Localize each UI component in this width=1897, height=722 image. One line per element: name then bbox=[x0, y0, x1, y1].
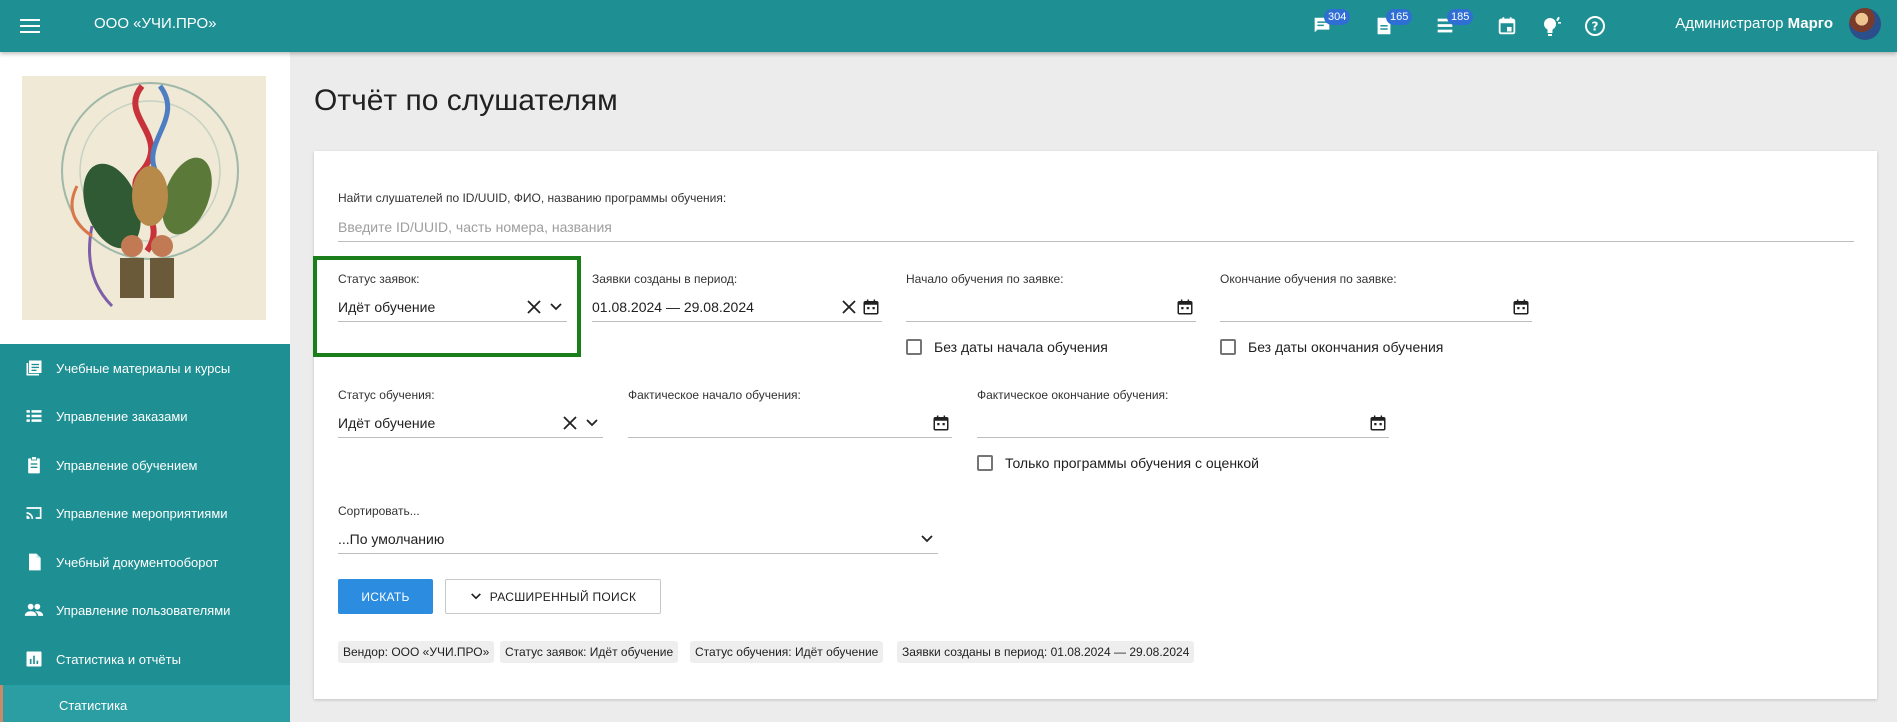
start-date-label: Начало обучения по заявке: bbox=[906, 272, 1064, 286]
search-button[interactable]: ИСКАТЬ bbox=[338, 579, 433, 614]
avatar[interactable] bbox=[1849, 8, 1881, 40]
clear-icon[interactable] bbox=[523, 296, 545, 318]
sort-label: Сортировать... bbox=[338, 504, 420, 518]
sidebar: Учебные материалы и курсы Управление зак… bbox=[0, 52, 290, 722]
sidebar-item-training[interactable]: Управление обучением bbox=[0, 441, 290, 489]
sidebar-item-label: Учебные материалы и курсы bbox=[56, 360, 231, 376]
start-date-input[interactable] bbox=[906, 292, 1196, 322]
calendar-icon[interactable] bbox=[860, 296, 882, 318]
page-title: Отчёт по слушателям bbox=[314, 84, 618, 117]
sidebar-item-materials[interactable]: Учебные материалы и курсы bbox=[0, 344, 290, 392]
sidebar-item-events[interactable]: Управление мероприятиями bbox=[0, 489, 290, 537]
lightbulb-icon[interactable] bbox=[1537, 12, 1565, 40]
advanced-search-button[interactable]: РАСШИРЕННЫЙ ПОИСК bbox=[445, 579, 661, 614]
end-date-input[interactable] bbox=[1220, 292, 1532, 322]
filter-chip-vendor: Вендор: ООО «УЧИ.ПРО» bbox=[338, 641, 495, 663]
clear-icon[interactable] bbox=[559, 412, 581, 434]
sidebar-item-statistics[interactable]: Статистика и отчёты bbox=[0, 635, 290, 683]
no-end-date-checkbox[interactable]: Без даты окончания обучения bbox=[1220, 339, 1443, 355]
top-app-bar: ООО «УЧИ.ПРО» 304 165 185 ? Администрато… bbox=[0, 0, 1897, 52]
document-icon bbox=[22, 550, 46, 574]
library-books-icon bbox=[22, 356, 46, 380]
sidebar-item-orders[interactable]: Управление заказами bbox=[0, 392, 290, 440]
chart-icon bbox=[22, 647, 46, 671]
user-name[interactable]: Администратор Марго bbox=[1675, 15, 1833, 32]
search-label: Найти слушателей по ID/UUID, ФИО, назван… bbox=[338, 191, 727, 205]
study-status-label: Статус обучения: bbox=[338, 388, 435, 402]
filter-chip-period: Заявки созданы в период: 01.08.2024 — 29… bbox=[897, 641, 1195, 663]
list-badge: 185 bbox=[1447, 9, 1474, 25]
org-name[interactable]: ООО «УЧИ.ПРО» bbox=[94, 15, 216, 32]
sidebar-item-label: Статистика и отчёты bbox=[56, 651, 181, 667]
calendar-icon[interactable] bbox=[1174, 296, 1196, 318]
no-start-date-checkbox[interactable]: Без даты начала обучения bbox=[906, 339, 1108, 355]
sidebar-item-label: Управление обучением bbox=[56, 457, 198, 473]
sidebar-item-documents[interactable]: Учебный документооборот bbox=[0, 538, 290, 586]
help-icon[interactable]: ? bbox=[1581, 12, 1609, 40]
svg-text:?: ? bbox=[1592, 20, 1599, 34]
sidebar-logo-area bbox=[0, 52, 290, 344]
clipboard-icon bbox=[22, 453, 46, 477]
calendar-icon[interactable] bbox=[930, 412, 952, 434]
request-status-select[interactable]: Идёт обучение bbox=[338, 292, 567, 322]
study-status-select[interactable]: Идёт обучение bbox=[338, 408, 603, 438]
calendar-icon[interactable] bbox=[1367, 412, 1389, 434]
tasks-icon[interactable]: 165 bbox=[1370, 9, 1413, 40]
people-icon bbox=[22, 598, 46, 622]
calendar-icon[interactable] bbox=[1510, 296, 1532, 318]
chevron-down-icon[interactable] bbox=[545, 296, 567, 318]
period-date-range[interactable]: 01.08.2024 — 29.08.2024 bbox=[592, 292, 882, 322]
checkbox-box bbox=[906, 339, 922, 355]
actual-start-input[interactable] bbox=[628, 408, 952, 438]
chevron-down-icon bbox=[470, 592, 482, 601]
actual-end-label: Фактическое окончание обучения: bbox=[977, 388, 1169, 402]
filter-chip-request-status: Статус заявок: Идёт обучение bbox=[500, 641, 679, 663]
calendar-icon[interactable] bbox=[1493, 12, 1521, 40]
actual-start-label: Фактическое начало обучения: bbox=[628, 388, 801, 402]
sidebar-item-label: Управление заказами bbox=[56, 408, 188, 424]
chevron-down-icon[interactable] bbox=[581, 412, 603, 434]
sort-select[interactable]: ...По умолчанию bbox=[338, 524, 938, 554]
filter-chip-study-status: Статус обучения: Идёт обучение bbox=[690, 641, 884, 663]
list-icon bbox=[22, 404, 46, 428]
checkbox-box bbox=[1220, 339, 1236, 355]
sidebar-item-users[interactable]: Управление пользователями bbox=[0, 586, 290, 634]
request-status-label: Статус заявок: bbox=[338, 272, 420, 286]
menu-icon[interactable] bbox=[20, 14, 48, 38]
sidebar-item-label: Управление пользователями bbox=[56, 602, 231, 618]
messages-badge: 304 bbox=[1324, 9, 1351, 25]
list-icon[interactable]: 185 bbox=[1431, 9, 1474, 40]
organization-artwork bbox=[22, 76, 266, 320]
sidebar-subitem-statistics[interactable]: Статистика bbox=[0, 685, 290, 722]
messages-icon[interactable]: 304 bbox=[1308, 9, 1351, 40]
clear-icon[interactable] bbox=[838, 296, 860, 318]
chevron-down-icon[interactable] bbox=[916, 528, 938, 550]
actual-end-input[interactable] bbox=[977, 408, 1389, 438]
search-input[interactable]: Введите ID/UUID, часть номера, названия bbox=[338, 212, 1854, 242]
checkbox-box bbox=[977, 455, 993, 471]
end-date-label: Окончание обучения по заявке: bbox=[1220, 272, 1397, 286]
graded-only-checkbox[interactable]: Только программы обучения с оценкой bbox=[977, 455, 1259, 471]
sidebar-item-label: Управление мероприятиями bbox=[56, 505, 228, 521]
tasks-badge: 165 bbox=[1386, 9, 1413, 25]
cast-icon bbox=[22, 501, 46, 525]
period-label: Заявки созданы в период: bbox=[592, 272, 738, 286]
sidebar-item-label: Учебный документооборот bbox=[56, 554, 219, 570]
